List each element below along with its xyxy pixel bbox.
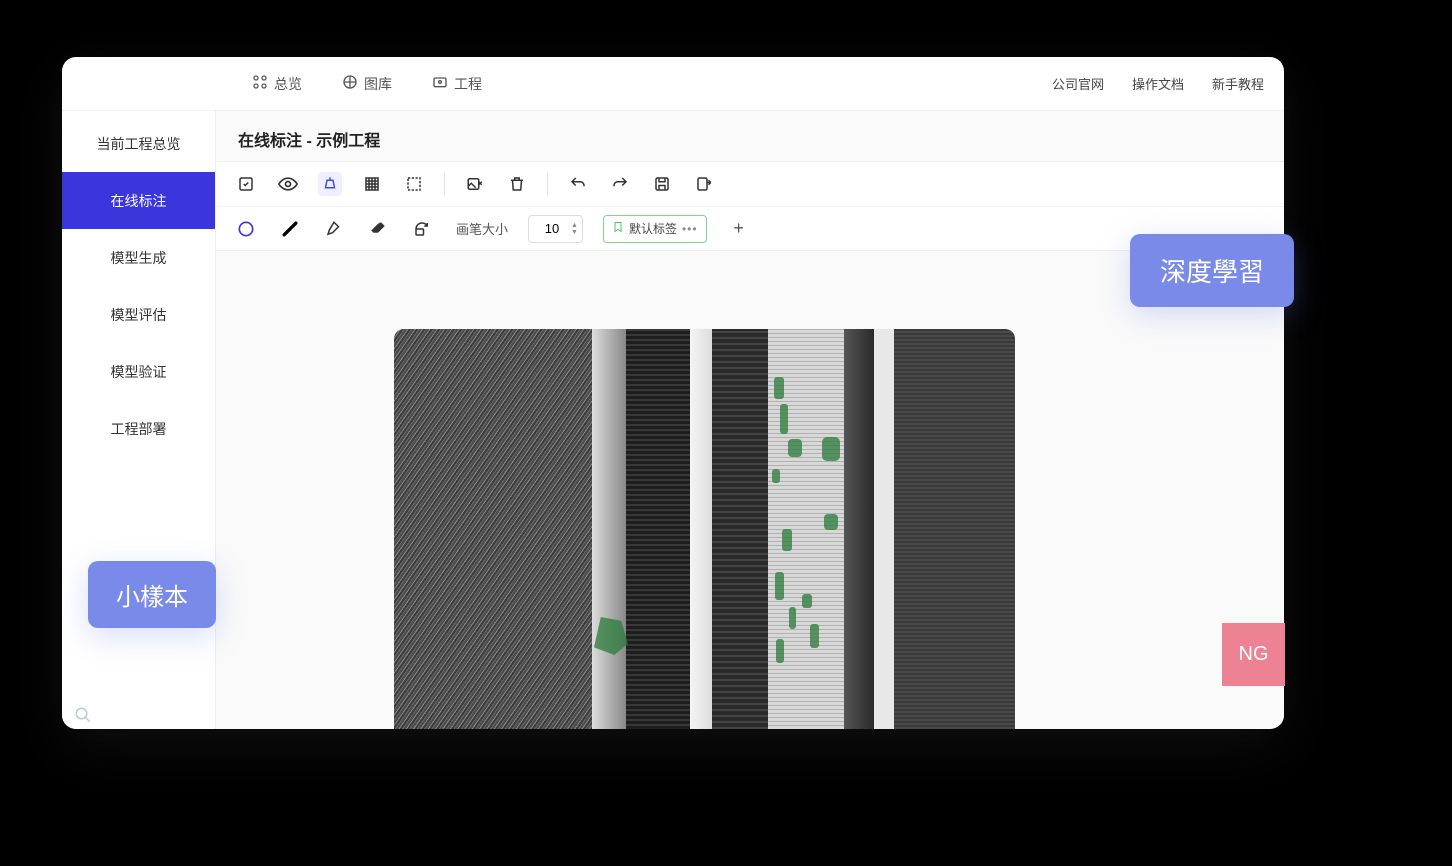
toolbar: 画笔大小 10 ▲ ▼ 默认标签 ••• + [216, 161, 1284, 251]
canvas-area [216, 251, 1284, 729]
toolbar-separator [547, 173, 548, 195]
annotation-mark[interactable] [780, 404, 788, 434]
redo-icon[interactable] [608, 172, 632, 196]
sidebar-item-deploy[interactable]: 工程部署 [62, 400, 215, 457]
annotation-mark[interactable] [802, 594, 812, 608]
nav-label: 总览 [274, 74, 302, 94]
image-region [844, 329, 874, 729]
tag-label: 默认标签 [629, 220, 677, 237]
crop-tool-icon[interactable] [402, 172, 426, 196]
grid-icon [252, 74, 268, 93]
annotate-tool-icon[interactable] [234, 172, 258, 196]
top-nav-right: 公司官网 操作文档 新手教程 [1052, 74, 1264, 93]
sidebar-item-overview[interactable]: 当前工程总览 [62, 115, 215, 172]
badge-deep-learning: 深度學習 [1130, 234, 1294, 307]
annotation-mark[interactable] [774, 377, 784, 399]
sidebar: 当前工程总览 在线标注 模型生成 模型评估 模型验证 工程部署 [62, 111, 216, 729]
stamp-tool-icon[interactable] [318, 172, 342, 196]
line-tool-icon[interactable] [278, 217, 302, 241]
undo-icon[interactable] [566, 172, 590, 196]
eraser-tool-icon[interactable] [366, 217, 390, 241]
toolbar-separator [444, 173, 445, 195]
link-tutorial[interactable]: 新手教程 [1212, 74, 1264, 93]
export-icon[interactable] [692, 172, 716, 196]
brush-size-value: 10 [539, 221, 565, 236]
ng-status-badge: NG [1222, 623, 1285, 686]
spinner-down-icon[interactable]: ▼ [571, 229, 578, 236]
pen-tool-icon[interactable] [322, 217, 346, 241]
annotation-mark[interactable] [824, 514, 838, 530]
visibility-icon[interactable] [276, 172, 300, 196]
image-region [894, 329, 1015, 729]
sidebar-item-label: 当前工程总览 [97, 134, 181, 154]
image-remove-icon[interactable] [463, 172, 487, 196]
nav-project[interactable]: 工程 [432, 74, 482, 94]
nav-overview[interactable]: 总览 [252, 74, 302, 94]
spinner-up-icon[interactable]: ▲ [571, 222, 578, 229]
sidebar-item-label: 工程部署 [111, 419, 167, 439]
default-tag[interactable]: 默认标签 ••• [603, 215, 707, 243]
window-body: 当前工程总览 在线标注 模型生成 模型评估 模型验证 工程部署 在线标注 - 示… [62, 111, 1284, 729]
brush-size-label: 画笔大小 [456, 219, 508, 238]
brush-size-input[interactable]: 10 ▲ ▼ [528, 215, 583, 243]
sidebar-item-annotation[interactable]: 在线标注 [62, 172, 215, 229]
toolbar-row-2: 画笔大小 10 ▲ ▼ 默认标签 ••• + [216, 206, 1284, 250]
sidebar-item-model-gen[interactable]: 模型生成 [62, 229, 215, 286]
gallery-icon [342, 74, 358, 93]
annotation-mark[interactable] [789, 607, 796, 629]
search-icon[interactable] [74, 706, 92, 729]
page-title: 在线标注 - 示例工程 [216, 111, 1284, 161]
nav-label: 图库 [364, 74, 392, 94]
sidebar-item-label: 模型生成 [111, 248, 167, 268]
add-tag-button[interactable]: + [727, 217, 751, 241]
sidebar-item-model-verify[interactable]: 模型验证 [62, 343, 215, 400]
image-region [394, 329, 592, 729]
annotation-mark[interactable] [810, 624, 819, 648]
sidebar-item-label: 模型评估 [111, 305, 167, 325]
link-website[interactable]: 公司官网 [1052, 74, 1104, 93]
bookmark-icon [612, 221, 624, 236]
delete-icon[interactable] [505, 172, 529, 196]
toolbar-row-1 [216, 162, 1284, 206]
annotation-canvas[interactable] [394, 329, 1015, 729]
top-nav-left: 总览 图库 工程 [252, 74, 482, 94]
sidebar-item-label: 在线标注 [111, 191, 167, 211]
annotation-mark[interactable] [776, 639, 784, 663]
image-region [712, 329, 768, 729]
rotate-tool-icon[interactable] [410, 217, 434, 241]
app-window: 总览 图库 工程 公司官网 操作文档 新手教程 当前工程总览 在线标注 模型生成… [62, 57, 1284, 729]
image-region [690, 329, 712, 729]
circle-tool-icon[interactable] [234, 217, 258, 241]
badge-small-sample: 小樣本 [88, 561, 216, 628]
annotation-mark[interactable] [775, 572, 784, 600]
project-icon [432, 74, 448, 93]
annotation-mark[interactable] [782, 529, 792, 551]
top-bar: 总览 图库 工程 公司官网 操作文档 新手教程 [62, 57, 1284, 111]
nav-gallery[interactable]: 图库 [342, 74, 392, 94]
save-icon[interactable] [650, 172, 674, 196]
image-region [626, 329, 690, 729]
sidebar-item-model-eval[interactable]: 模型评估 [62, 286, 215, 343]
annotation-mark[interactable] [822, 437, 840, 461]
link-docs[interactable]: 操作文档 [1132, 74, 1184, 93]
tag-more-icon[interactable]: ••• [682, 222, 698, 236]
annotation-mark[interactable] [788, 439, 802, 457]
hatch-tool-icon[interactable] [360, 172, 384, 196]
image-region [592, 329, 626, 729]
sidebar-item-label: 模型验证 [111, 362, 167, 382]
nav-label: 工程 [454, 74, 482, 94]
main-area: 在线标注 - 示例工程 [216, 111, 1284, 729]
image-region [874, 329, 894, 729]
annotation-mark[interactable] [772, 469, 780, 483]
